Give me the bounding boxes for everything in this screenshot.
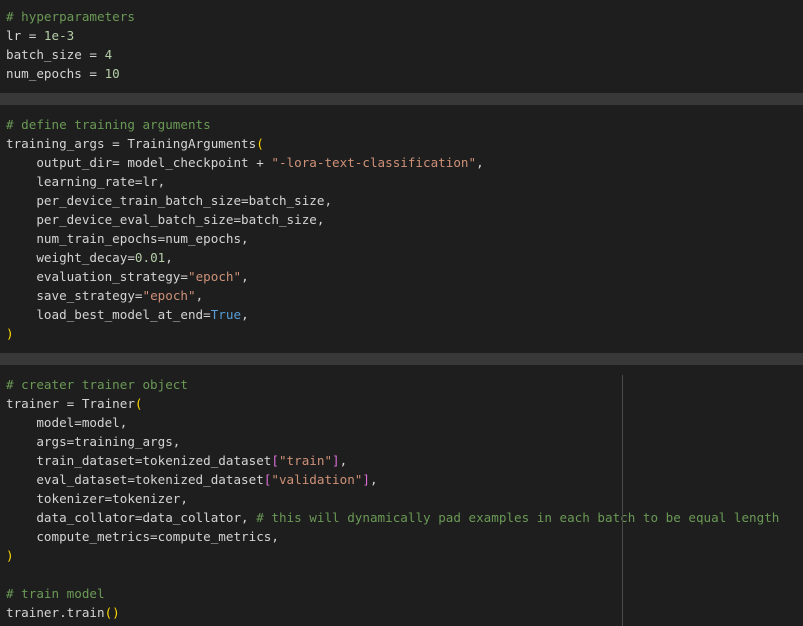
code-token-paren: () xyxy=(104,605,120,620)
code-line[interactable]: ) xyxy=(6,546,14,565)
code-token-plain: num_epochs = xyxy=(6,66,105,81)
code-token-plain: load_best_model_at_end= xyxy=(6,307,211,322)
code-token-paren: ) xyxy=(6,548,14,563)
code-cell-hyperparameters[interactable]: # hyperparameters lr = 1e-3 batch_size = 4… xyxy=(0,0,803,93)
code-token-paren: ( xyxy=(134,396,143,411)
code-token-plain: train_dataset=tokenized_dataset xyxy=(6,453,272,468)
code-token-plain: tokenizer=tokenizer, xyxy=(6,491,188,506)
code-line[interactable]: model=model, xyxy=(6,413,127,432)
code-token-plain: num_train_epochs=num_epochs, xyxy=(6,231,249,246)
code-line[interactable]: weight_decay=0.01, xyxy=(6,248,173,267)
code-line[interactable]: ) xyxy=(6,324,14,343)
code-line[interactable]: training_args = TrainingArguments( xyxy=(6,134,264,153)
code-token-plain: , xyxy=(339,453,348,468)
code-token-comment: # hyperparameters xyxy=(6,9,135,24)
code-line[interactable]: # hyperparameters xyxy=(6,7,135,26)
code-token-comment: # creater trainer object xyxy=(6,377,188,392)
code-token-keyword: True xyxy=(210,307,242,322)
code-token-string: "epoch" xyxy=(187,269,242,284)
code-cell-trainer[interactable]: # creater trainer object trainer = Traine… xyxy=(0,365,803,626)
code-token-bracket: ] xyxy=(362,472,370,487)
code-token-plain: , xyxy=(241,269,249,284)
code-cell-training-arguments[interactable]: # define training arguments training_args… xyxy=(0,105,803,353)
code-token-plain: trainer.train xyxy=(6,605,105,620)
cell-separator xyxy=(0,353,803,365)
code-token-string: "validation" xyxy=(271,472,363,487)
code-token-plain: weight_decay= xyxy=(6,250,135,265)
code-token-plain: , xyxy=(195,288,204,303)
code-token-plain: training_args = TrainingArguments xyxy=(6,136,257,151)
code-line[interactable]: num_epochs = 10 xyxy=(6,64,120,83)
code-token-plain: learning_rate=lr, xyxy=(6,174,166,189)
code-token-plain: args=training_args, xyxy=(6,434,181,449)
code-token-plain: output_dir= model_checkpoint + xyxy=(6,155,272,170)
code-token-plain: lr = xyxy=(6,28,44,43)
ruler-guide-line xyxy=(622,375,623,626)
code-token-plain: , xyxy=(369,472,378,487)
code-token-comment: # this will dynamically pad examples in … xyxy=(256,510,780,525)
code-line[interactable]: load_best_model_at_end=True, xyxy=(6,305,249,324)
code-token-plain: model=model, xyxy=(6,415,128,430)
code-token-number: 10 xyxy=(104,66,120,81)
code-line[interactable]: per_device_train_batch_size=batch_size, xyxy=(6,191,332,210)
code-line[interactable]: trainer = Trainer( xyxy=(6,394,143,413)
code-token-comment: # define training arguments xyxy=(6,117,211,132)
code-line[interactable]: per_device_eval_batch_size=batch_size, xyxy=(6,210,324,229)
code-line[interactable]: args=training_args, xyxy=(6,432,180,451)
code-token-plain: trainer = Trainer xyxy=(6,396,135,411)
code-line[interactable]: trainer.train() xyxy=(6,603,120,622)
code-token-plain: , xyxy=(165,250,173,265)
code-line[interactable]: # define training arguments xyxy=(6,115,211,134)
code-token-plain: per_device_train_batch_size=batch_size, xyxy=(6,193,333,208)
code-token-plain: data_collator=data_collator, xyxy=(6,510,257,525)
code-token-string: "-lora-text-classification" xyxy=(271,155,477,170)
code-line[interactable]: # train model xyxy=(6,584,105,603)
code-token-plain: , xyxy=(241,307,249,322)
code-line[interactable]: lr = 1e-3 xyxy=(6,26,74,45)
notebook-editor: # hyperparameters lr = 1e-3 batch_size = 4… xyxy=(0,0,803,626)
code-line[interactable]: # creater trainer object xyxy=(6,375,188,394)
code-token-plain: save_strategy= xyxy=(6,288,143,303)
code-token-bracket: [ xyxy=(271,453,279,468)
code-token-string: "epoch" xyxy=(142,288,196,303)
code-token-bracket: ] xyxy=(332,453,340,468)
code-token-plain: eval_dataset=tokenized_dataset xyxy=(6,472,264,487)
code-token-plain: batch_size = xyxy=(6,47,105,62)
code-line[interactable]: output_dir= model_checkpoint + "-lora-te… xyxy=(6,153,484,172)
code-line[interactable]: save_strategy="epoch", xyxy=(6,286,203,305)
code-line[interactable]: evaluation_strategy="epoch", xyxy=(6,267,249,286)
cell-separator xyxy=(0,93,803,105)
code-line[interactable]: data_collator=data_collator, # this will… xyxy=(6,508,779,527)
code-line[interactable]: tokenizer=tokenizer, xyxy=(6,489,188,508)
code-line[interactable]: batch_size = 4 xyxy=(6,45,112,64)
code-line[interactable]: train_dataset=tokenized_dataset["train"]… xyxy=(6,451,347,470)
code-token-plain: per_device_eval_batch_size=batch_size, xyxy=(6,212,325,227)
code-token-number: 0.01 xyxy=(134,250,166,265)
code-line[interactable]: learning_rate=lr, xyxy=(6,172,165,191)
code-token-paren: ) xyxy=(6,326,14,341)
code-token-number: 1e-3 xyxy=(43,28,75,43)
code-line[interactable]: num_train_epochs=num_epochs, xyxy=(6,229,249,248)
code-token-paren: ( xyxy=(256,136,264,151)
code-token-string: "train" xyxy=(278,453,333,468)
code-token-comment: # train model xyxy=(6,586,105,601)
code-line[interactable]: compute_metrics=compute_metrics, xyxy=(6,527,279,546)
code-token-number: 4 xyxy=(104,47,113,62)
code-token-plain: evaluation_strategy= xyxy=(6,269,188,284)
code-token-plain: compute_metrics=compute_metrics, xyxy=(6,529,279,544)
code-token-plain: , xyxy=(476,155,484,170)
code-line[interactable]: eval_dataset=tokenized_dataset["validati… xyxy=(6,470,378,489)
